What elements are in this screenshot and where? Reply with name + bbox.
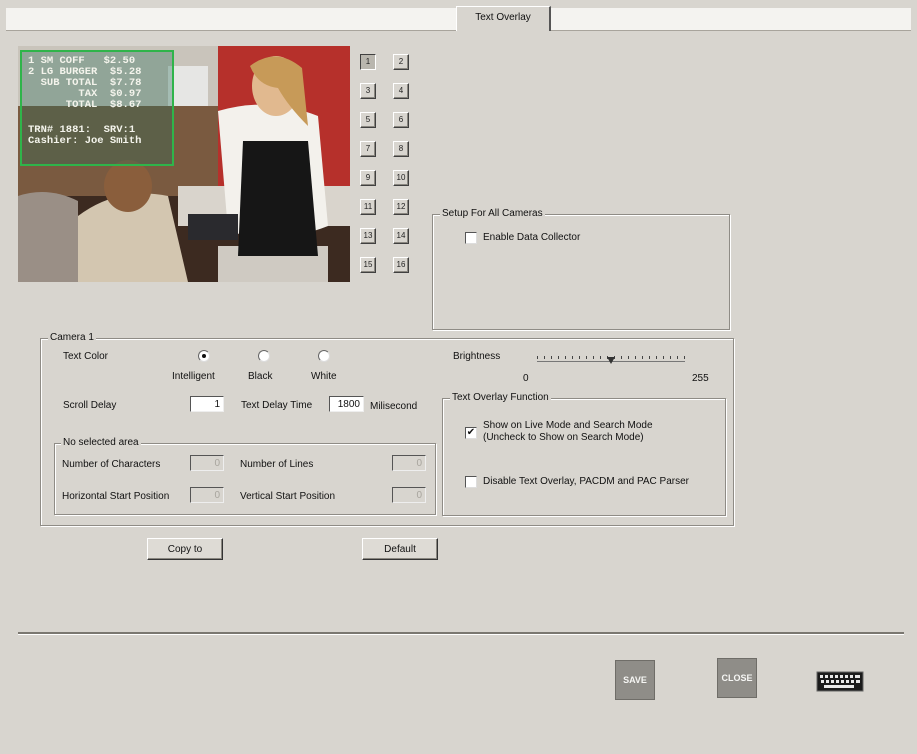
slider-tick <box>600 356 601 359</box>
disable-overlay-checkbox[interactable] <box>465 476 477 488</box>
slider-tick <box>593 356 594 359</box>
enable-data-collector-label: Enable Data Collector <box>483 232 581 243</box>
slider-tick <box>621 356 622 359</box>
slider-tick <box>656 356 657 359</box>
brightness-slider[interactable] <box>537 352 685 366</box>
receipt-overlay: 1 SM COFF $2.50 2 LG BURGER $5.28 SUB TO… <box>20 50 174 166</box>
slider-tick <box>565 356 566 359</box>
text-color-label: Text Color <box>63 351 109 362</box>
radio-black-label: Black <box>248 371 273 382</box>
copy-to-button[interactable]: Copy to <box>147 538 223 560</box>
radio-black[interactable] <box>258 350 270 362</box>
radio-intelligent-label: Intelligent <box>172 371 215 382</box>
no-selected-area-title: No selected area <box>61 437 141 448</box>
radio-selected-dot <box>202 354 206 358</box>
brightness-label: Brightness <box>453 351 501 362</box>
default-button[interactable]: Default <box>362 538 438 560</box>
slider-tick <box>537 356 538 359</box>
num-lines-input[interactable]: 0 <box>392 455 426 471</box>
slider-tick <box>663 356 664 359</box>
slider-tick <box>670 356 671 359</box>
camera-button-5[interactable]: 5 <box>360 112 376 128</box>
slider-tick <box>579 356 580 359</box>
slider-tick <box>649 356 650 359</box>
scroll-delay-label: Scroll Delay <box>63 400 117 411</box>
slider-tick <box>572 356 573 359</box>
camera-button-10[interactable]: 10 <box>393 170 409 186</box>
show-live-mode-checkbox[interactable]: ✔ <box>465 427 477 439</box>
hstart-label: Horizontal Start Position <box>62 491 170 502</box>
camera-button-15[interactable]: 15 <box>360 257 376 273</box>
vstart-input[interactable]: 0 <box>392 487 426 503</box>
camera-button-7[interactable]: 7 <box>360 141 376 157</box>
slider-thumb[interactable] <box>607 357 616 364</box>
radio-intelligent[interactable] <box>198 350 210 362</box>
footer-separator <box>18 632 904 635</box>
slider-tick <box>677 356 678 359</box>
text-overlay-function-group <box>442 398 726 516</box>
hstart-input[interactable]: 0 <box>190 487 224 503</box>
tab-text-overlay[interactable]: Text Overlay <box>456 6 551 31</box>
camera-button-14[interactable]: 14 <box>393 228 409 244</box>
checkmark-icon: ✔ <box>466 427 476 438</box>
slider-tick <box>642 356 643 359</box>
radio-white[interactable] <box>318 350 330 362</box>
camera-button-4[interactable]: 4 <box>393 83 409 99</box>
receipt-line: Cashier: Joe Smith <box>28 135 142 147</box>
slider-tick <box>586 356 587 359</box>
setup-all-cameras-title: Setup For All Cameras <box>440 208 545 219</box>
camera-button-8[interactable]: 8 <box>393 141 409 157</box>
keyboard-icon[interactable] <box>816 669 864 696</box>
slider-tick <box>628 356 629 359</box>
brightness-max: 255 <box>692 373 709 384</box>
camera-button-1[interactable]: 1 <box>360 54 376 70</box>
camera-button-12[interactable]: 12 <box>393 199 409 215</box>
slider-tick <box>544 356 545 359</box>
vstart-label: Vertical Start Position <box>240 491 336 502</box>
num-chars-input[interactable]: 0 <box>190 455 224 471</box>
save-button[interactable]: SAVE <box>615 660 655 700</box>
receipt-line: TOTAL $8.67 <box>28 99 142 111</box>
slider-tick <box>684 356 685 359</box>
slider-tick <box>551 356 552 359</box>
no-selected-area-group <box>54 443 436 515</box>
text-delay-input[interactable]: 1800 <box>329 396 364 412</box>
show-live-mode-label: Show on Live Mode and Search Mode <box>483 420 653 431</box>
show-live-mode-hint: (Uncheck to Show on Search Mode) <box>483 432 644 443</box>
keyboard-icon-graphic <box>816 671 864 692</box>
camera-button-2[interactable]: 2 <box>393 54 409 70</box>
radio-white-label: White <box>311 371 337 382</box>
num-lines-label: Number of Lines <box>240 459 314 470</box>
text-delay-unit: Milisecond <box>370 401 418 412</box>
camera-button-6[interactable]: 6 <box>393 112 409 128</box>
brightness-min: 0 <box>523 373 529 384</box>
slider-tick <box>635 356 636 359</box>
enable-data-collector-checkbox[interactable] <box>465 232 477 244</box>
camera-group-title: Camera 1 <box>48 332 96 343</box>
close-button[interactable]: CLOSE <box>717 658 757 698</box>
text-delay-label: Text Delay Time <box>241 400 313 411</box>
text-overlay-function-title: Text Overlay Function <box>450 392 551 403</box>
scroll-delay-input[interactable]: 1 <box>190 396 224 412</box>
camera-button-3[interactable]: 3 <box>360 83 376 99</box>
camera-button-16[interactable]: 16 <box>393 257 409 273</box>
camera-button-13[interactable]: 13 <box>360 228 376 244</box>
camera-button-11[interactable]: 11 <box>360 199 376 215</box>
slider-tick <box>558 356 559 359</box>
disable-overlay-label: Disable Text Overlay, PACDM and PAC Pars… <box>483 476 689 487</box>
camera-button-9[interactable]: 9 <box>360 170 376 186</box>
num-chars-label: Number of Characters <box>62 459 161 470</box>
